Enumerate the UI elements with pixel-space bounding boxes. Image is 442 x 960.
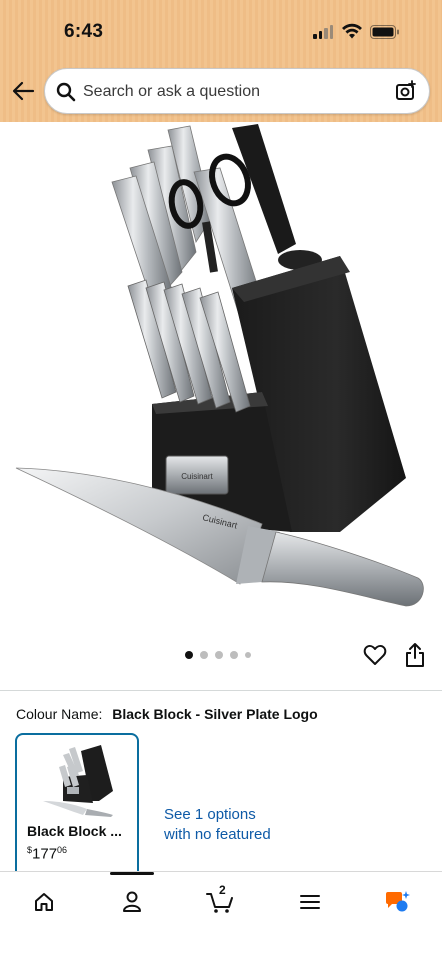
pager-dot[interactable] — [215, 651, 223, 659]
see-options-link[interactable]: See 1 options with no featured — [164, 805, 274, 845]
battery-icon — [370, 25, 399, 39]
swatch-thumbnail — [43, 745, 113, 817]
search-row: Search or ask a question — [0, 66, 442, 118]
search-input[interactable]: Search or ask a question — [44, 68, 430, 114]
colour-swatch-card[interactable]: Black Block ... $17706 — [15, 733, 139, 883]
menu-icon[interactable] — [290, 886, 330, 918]
steak-knife-handles — [127, 279, 251, 413]
colour-name-row: Colour Name: Black Block - Silver Plate … — [16, 706, 318, 722]
image-pager[interactable] — [185, 651, 251, 659]
search-icon — [56, 82, 76, 102]
active-tab-indicator — [110, 872, 154, 875]
colour-name-label: Colour Name: — [16, 706, 103, 722]
swatch-price: $17706 — [27, 845, 68, 863]
header: 6:43 Search or ask a question — [0, 0, 442, 122]
camera-icon[interactable] — [395, 80, 417, 102]
cart-count-badge: 2 — [219, 883, 226, 897]
account-icon[interactable] — [112, 886, 152, 918]
pager-dot[interactable] — [245, 652, 251, 658]
block-logo: Cuisinart — [181, 472, 213, 481]
pager-dot[interactable] — [230, 651, 238, 659]
rufus-icon[interactable] — [378, 886, 418, 918]
search-placeholder: Search or ask a question — [83, 83, 260, 100]
share-icon[interactable] — [404, 642, 426, 668]
colour-name-value: Black Block - Silver Plate Logo — [112, 706, 318, 722]
back-arrow-icon[interactable] — [8, 76, 38, 106]
home-icon[interactable] — [24, 886, 64, 918]
wifi-icon — [342, 23, 362, 39]
heart-icon[interactable] — [363, 643, 387, 667]
status-bar: 6:43 — [0, 0, 442, 62]
signal-icon — [313, 25, 333, 39]
pager-dot[interactable] — [185, 651, 193, 659]
status-time: 6:43 — [64, 21, 104, 42]
pager-dot[interactable] — [200, 651, 208, 659]
swatch-name: Black Block ... — [27, 823, 122, 839]
product-image[interactable]: Cuisinart Cuisinart — [0, 122, 442, 632]
divider — [0, 690, 442, 691]
